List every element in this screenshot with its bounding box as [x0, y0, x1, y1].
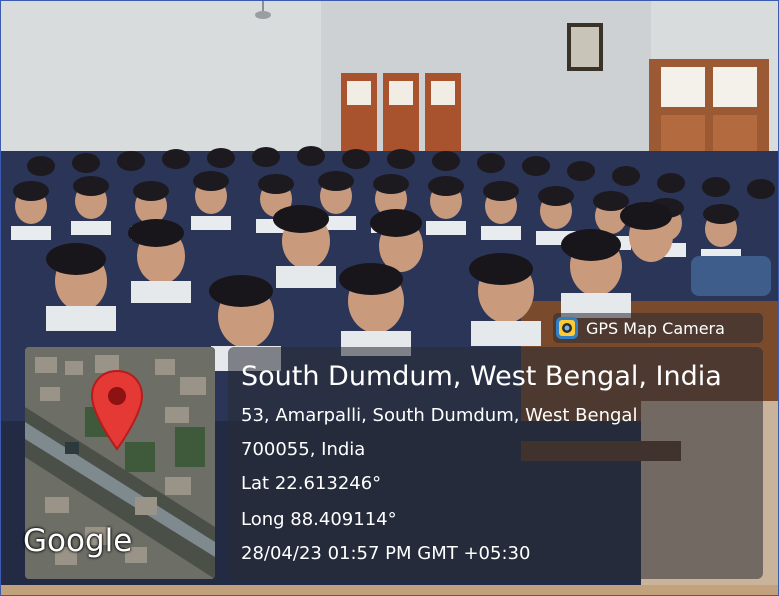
address-line-1: 53, Amarpalli, South Dumdum, West Bengal — [241, 405, 638, 426]
map-pin-icon — [90, 369, 144, 451]
latitude: Lat 22.613246° — [241, 473, 382, 494]
location-title: South Dumdum, West Bengal, India — [241, 361, 722, 392]
app-badge: GPS Map Camera — [553, 313, 763, 343]
app-name: GPS Map Camera — [586, 318, 725, 338]
photo-frame: GPS Map Camera Google South Dumdum, West… — [0, 0, 779, 596]
datetime: 28/04/23 01:57 PM GMT +05:30 — [241, 543, 531, 564]
google-logo: Google — [23, 523, 133, 559]
longitude: Long 88.409114° — [241, 509, 397, 530]
gps-map-camera-icon — [556, 317, 578, 339]
address-line-2: 700055, India — [241, 439, 366, 460]
